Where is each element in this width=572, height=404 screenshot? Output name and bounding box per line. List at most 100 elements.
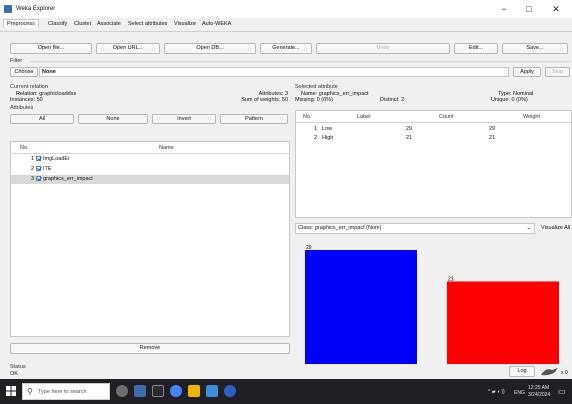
tab-preprocess[interactable]: Preprocess — [3, 19, 39, 28]
filter-field[interactable]: None — [39, 67, 509, 77]
weights-info: Sum of weights: 50 — [226, 97, 288, 103]
clock-time[interactable]: 12:25 AM — [528, 385, 549, 391]
labels-col-no: No. — [303, 114, 312, 120]
attribute-row-name: ITE — [43, 166, 52, 172]
invert-button[interactable]: Invert — [152, 114, 216, 124]
clock-date[interactable]: 3/24/2024 — [528, 392, 550, 398]
label-row[interactable]: 1 Low 29 29 — [296, 126, 571, 134]
weka-bird-icon — [540, 367, 560, 378]
attr-distinct-label: Distinct: — [380, 97, 400, 103]
attributes-col-no: No. — [20, 145, 29, 151]
attribute-row-selected[interactable]: 3 graphics_err_impact — [11, 175, 289, 184]
label-row[interactable]: 2 High 21 21 — [296, 135, 571, 143]
labels-col-weight: Weight — [523, 114, 541, 120]
tab-select-attributes[interactable]: Select attributes — [128, 21, 167, 27]
pattern-button[interactable]: Pattern — [220, 114, 288, 124]
bar-low — [305, 250, 417, 364]
taskbar-search[interactable]: ⚲ Type here to search — [22, 383, 110, 400]
attr-missing-label: Missing: — [295, 97, 316, 103]
taskbar-search-placeholder: Type here to search — [38, 389, 87, 395]
bar-high — [447, 281, 559, 364]
label-row-no: 2 — [314, 135, 318, 141]
weights-label: Sum of weights: — [241, 97, 281, 103]
class-distribution-chart: 29 21 — [305, 245, 559, 364]
attr-unique-value: 0 (0%) — [511, 97, 528, 103]
attribute-checkbox[interactable] — [36, 156, 42, 162]
open-url-button[interactable]: Open URL... — [96, 43, 160, 54]
tab-classify[interactable]: Classify — [48, 21, 67, 27]
tray-language[interactable]: ENG — [514, 390, 525, 396]
save-button[interactable]: Save... — [502, 43, 568, 54]
instances-label: Instances: — [10, 97, 36, 103]
generate-button[interactable]: Generate... — [260, 43, 312, 54]
bar-value-label: 21 — [448, 276, 454, 282]
notification-icon[interactable]: ▭ — [558, 387, 566, 396]
windows-start-icon[interactable] — [6, 386, 16, 398]
attribute-row-no: 3 — [31, 176, 35, 182]
task-count: x 0 — [561, 370, 568, 376]
search-icon: ⚲ — [27, 387, 33, 396]
attributes-header-divider — [11, 153, 289, 154]
bar-value-label: 29 — [306, 245, 312, 251]
attribute-checkbox[interactable] — [36, 176, 42, 182]
task-view-icon[interactable] — [152, 385, 164, 397]
maximize-button[interactable]: □ — [519, 3, 539, 15]
select-all-button[interactable]: All — [10, 114, 74, 124]
log-button[interactable]: Log — [509, 366, 535, 377]
label-row-count: 21 — [406, 135, 413, 141]
attr-unique-info: Unique: 0 (0%) — [491, 97, 528, 103]
undo-button[interactable]: Undo — [316, 43, 450, 54]
attr-unique-label: Unique: — [491, 97, 510, 103]
attribute-row-name: graphics_err_impact — [43, 176, 93, 182]
main-tabs: Preprocess Classify Cluster Associate Se… — [0, 18, 572, 32]
attribute-checkbox[interactable] — [36, 166, 42, 172]
attribute-row-no: 2 — [31, 166, 35, 172]
status-label: Status — [10, 364, 26, 370]
selected-attribute-label: Selected attribute — [295, 84, 338, 90]
cortana-icon[interactable] — [116, 385, 128, 397]
labels-header-divider — [296, 122, 571, 123]
select-none-button[interactable]: None — [78, 114, 148, 124]
attr-distinct-info: Distinct: 2 — [380, 97, 404, 103]
tab-associate[interactable]: Associate — [97, 21, 121, 27]
choose-filter-button[interactable]: Choose — [10, 67, 38, 77]
close-button[interactable]: ✕ — [546, 3, 566, 15]
attribute-row[interactable]: 1 ImgLoadEr — [11, 156, 289, 164]
remove-button[interactable]: Remove — [10, 343, 290, 354]
attribute-row-no: 1 — [31, 156, 35, 162]
tab-cluster[interactable]: Cluster — [74, 21, 91, 27]
attr-missing-info: Missing: 0 (0%) — [295, 97, 333, 103]
weka-app-icon — [4, 5, 12, 13]
open-db-button[interactable]: Open DB... — [164, 43, 256, 54]
attr-missing-value: 0 (0%) — [316, 97, 333, 103]
store-icon[interactable] — [206, 385, 218, 397]
attribute-row[interactable]: 2 ITE — [11, 166, 289, 174]
filter-divider — [30, 61, 570, 62]
edit-button[interactable]: Edit... — [454, 43, 498, 54]
instances-info: Instances: 50 — [10, 97, 43, 103]
labels-col-count: Count — [439, 114, 454, 120]
filter-label: Filter — [10, 58, 23, 64]
app-icon[interactable] — [224, 385, 236, 397]
window-title: Weka Explorer — [16, 6, 56, 12]
relation-value: graphicloaddss — [39, 91, 77, 97]
class-select[interactable]: Class: graphics_err_impact (Nom) ⌄ — [295, 223, 535, 234]
file-explorer-icon[interactable] — [188, 385, 200, 397]
title-bar: Weka Explorer − □ ✕ — [0, 0, 572, 18]
labels-col-label: Label — [357, 114, 371, 120]
visualize-all-button[interactable]: Visualize All — [541, 225, 570, 231]
weka-taskbar-icon[interactable] — [134, 385, 146, 397]
attributes-label: Attributes — [10, 105, 34, 111]
stop-button[interactable]: Stop — [545, 67, 570, 77]
attribute-row-name: ImgLoadEr — [43, 156, 70, 162]
status-text: OK — [10, 371, 18, 377]
tray-icons[interactable]: ^ ▰ ◖ )) — [488, 389, 505, 395]
minimize-button[interactable]: − — [494, 3, 514, 15]
chrome-icon[interactable] — [170, 385, 182, 397]
open-file-button[interactable]: Open file... — [10, 43, 92, 54]
attr-distinct-value: 2 — [401, 97, 405, 103]
apply-button[interactable]: Apply — [513, 67, 541, 77]
label-row-no: 1 — [314, 126, 318, 132]
tab-auto-weka[interactable]: Auto-WEKA — [202, 21, 231, 27]
tab-visualize[interactable]: Visualize — [174, 21, 196, 27]
